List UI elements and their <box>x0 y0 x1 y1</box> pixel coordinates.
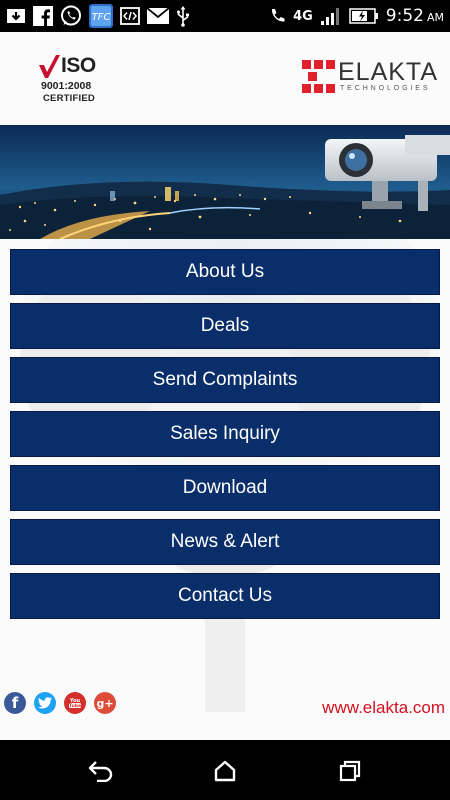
twitter-icon[interactable] <box>34 692 56 714</box>
facebook-icon[interactable]: f <box>4 692 26 714</box>
iso-standard: 9001:2008 <box>41 80 92 92</box>
whatsapp-icon <box>60 5 82 27</box>
header: ISO 9001:2008 CERTIFIED ELAKTA TECHNOLOG… <box>0 32 450 124</box>
banner-image <box>0 125 450 239</box>
checkmark-icon <box>39 55 60 78</box>
back-icon[interactable] <box>87 758 113 784</box>
elakta-logo: ELAKTA TECHNOLOGIES <box>302 58 444 100</box>
navigation-bar <box>0 740 450 800</box>
sales-inquiry-button[interactable]: Sales Inquiry <box>10 411 440 457</box>
recents-icon[interactable] <box>337 758 363 784</box>
tfc-app-icon: TFC <box>89 4 113 28</box>
svg-text:Tube: Tube <box>69 703 81 709</box>
youtube-icon[interactable]: You Tube <box>64 692 86 714</box>
brand-tagline: TECHNOLOGIES <box>340 85 431 92</box>
elakta-logo-mark-icon <box>302 60 335 93</box>
home-icon[interactable] <box>212 758 238 784</box>
contact-us-button[interactable]: Contact Us <box>10 573 440 619</box>
clock: 9:52 AM <box>386 6 444 26</box>
send-complaints-button[interactable]: Send Complaints <box>10 357 440 403</box>
battery-icon <box>349 8 379 24</box>
iso-certified: CERTIFIED <box>43 93 95 104</box>
about-us-button[interactable]: About Us <box>10 249 440 295</box>
main-menu: About Us Deals Send Complaints Sales Inq… <box>10 249 440 627</box>
code-icon <box>120 7 140 25</box>
usb-icon <box>176 5 190 27</box>
google-plus-icon[interactable]: g+ <box>94 692 116 714</box>
brand-name: ELAKTA <box>338 58 439 86</box>
signal-icon <box>320 6 342 26</box>
social-links: f You Tube g+ <box>4 692 116 714</box>
phone-icon <box>268 7 286 25</box>
news-alert-button[interactable]: News & Alert <box>10 519 440 565</box>
download-button[interactable]: Download <box>10 465 440 511</box>
deals-button[interactable]: Deals <box>10 303 440 349</box>
iso-certification-logo: ISO 9001:2008 CERTIFIED <box>38 54 104 108</box>
clock-ampm: AM <box>426 11 444 24</box>
svg-text:TFC: TFC <box>92 12 111 23</box>
status-bar: TFC 4G 9:52 AM <box>0 0 450 32</box>
app-screen: ISO 9001:2008 CERTIFIED ELAKTA TECHNOLOG… <box>0 32 450 740</box>
download-icon <box>6 7 26 25</box>
network-type-label: 4G <box>293 8 313 24</box>
clock-time: 9:52 <box>385 6 424 26</box>
facebook-icon <box>33 6 53 26</box>
iso-word: ISO <box>61 54 96 77</box>
mail-icon <box>147 8 169 24</box>
website-link[interactable]: www.elakta.com <box>322 698 445 718</box>
